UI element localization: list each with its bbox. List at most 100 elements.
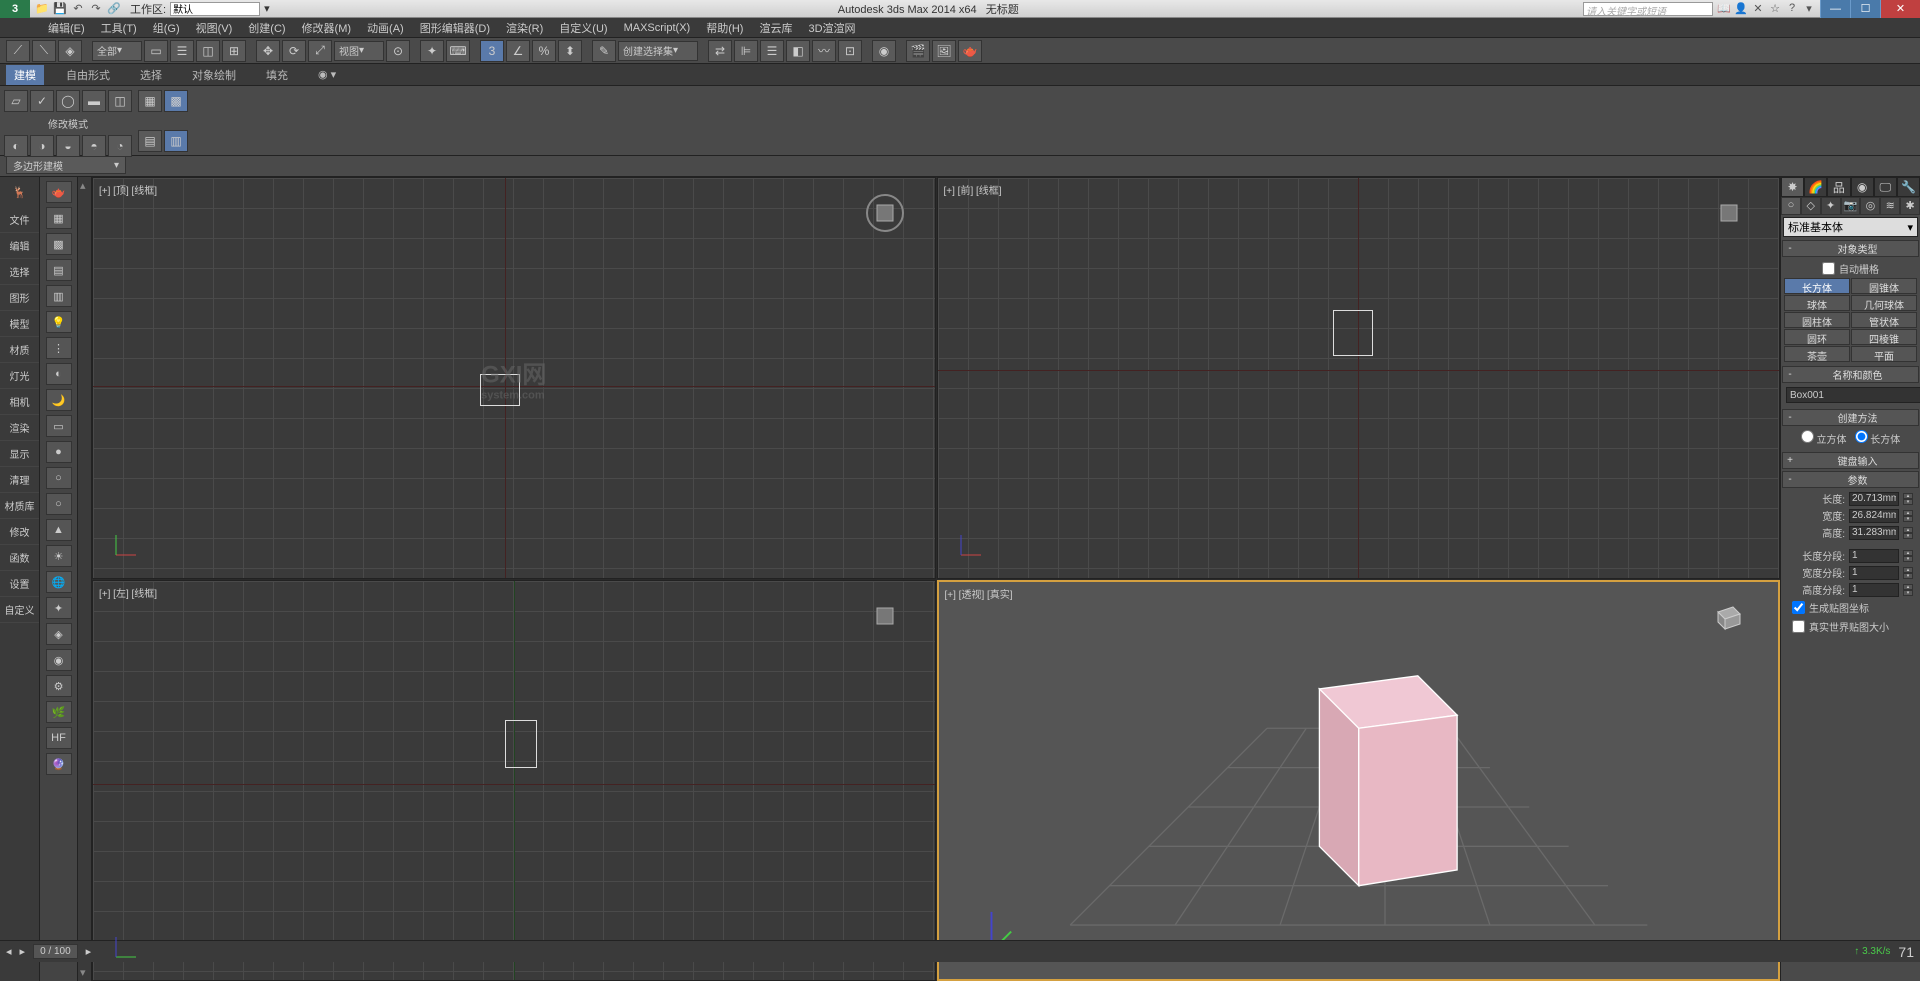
teapot-icon[interactable]: 🫖	[46, 181, 72, 203]
render-production-icon[interactable]: 🫖	[958, 40, 982, 62]
poly-e-icon[interactable]: ◔	[108, 135, 132, 157]
primitive-tube-button[interactable]: 管状体	[1851, 312, 1917, 328]
snap-toggle-icon[interactable]: 3	[480, 40, 504, 62]
material-editor-icon[interactable]: ◉	[872, 40, 896, 62]
rollup-parameters[interactable]: -参数	[1782, 471, 1919, 488]
undo-icon[interactable]: ↶	[70, 1, 86, 17]
viewcube-icon[interactable]	[1709, 193, 1749, 233]
close-button[interactable]: ✕	[1880, 0, 1920, 18]
ball-icon[interactable]: 🔮	[46, 753, 72, 775]
viewport-top-label[interactable]: [+] [顶] [线框]	[99, 182, 157, 197]
select-scale-icon[interactable]: ⤢	[308, 40, 332, 62]
more-c-icon[interactable]: ◉	[46, 649, 72, 671]
angle-snap-icon[interactable]: ∠	[506, 40, 530, 62]
hsegs-spinner[interactable]: ▴▾	[1903, 584, 1913, 596]
menu-graph-editors[interactable]: 图形编辑器(D)	[412, 18, 498, 38]
globe-b-icon[interactable]: 🌐	[46, 571, 72, 593]
nav-custom[interactable]: 自定义	[0, 597, 39, 623]
primitive-cone-button[interactable]: 圆锥体	[1851, 278, 1917, 294]
plane-icon[interactable]: ▭	[46, 415, 72, 437]
link-icon[interactable]: 🔗	[106, 1, 122, 17]
frame-indicator[interactable]: 0 / 100	[33, 944, 78, 959]
wsegs-input[interactable]	[1849, 566, 1899, 580]
nav-function[interactable]: 函数	[0, 545, 39, 571]
circle-a-icon[interactable]: ○	[46, 467, 72, 489]
geometry-subtab-icon[interactable]: ○	[1781, 197, 1801, 215]
grid-c-icon[interactable]: ▤	[46, 259, 72, 281]
lsegs-spinner[interactable]: ▴▾	[1903, 550, 1913, 562]
time-next-icon[interactable]: ▸	[20, 945, 26, 958]
ribbon-tab-populate[interactable]: 填充	[258, 65, 296, 85]
deer-icon[interactable]: 🦌	[5, 179, 35, 205]
open-icon[interactable]: 📁	[34, 1, 50, 17]
width-spinner[interactable]: ▴▾	[1903, 510, 1913, 522]
rollup-object-type[interactable]: -对象类型	[1782, 240, 1919, 257]
menu-edit[interactable]: 编辑(E)	[40, 18, 93, 38]
grid-b-icon[interactable]: ▩	[46, 233, 72, 255]
menu-customize[interactable]: 自定义(U)	[551, 18, 615, 38]
nav-light[interactable]: 灯光	[0, 363, 39, 389]
layer-explorer-icon[interactable]: ◧	[786, 40, 810, 62]
length-spinner[interactable]: ▴▾	[1903, 493, 1913, 505]
viewport-perspective[interactable]: [+] [透视] [真实]	[937, 580, 1781, 981]
object-name-input[interactable]	[1786, 387, 1920, 403]
edit-named-sel-icon[interactable]: ✎	[592, 40, 616, 62]
help-search-input[interactable]: 请入关键字或短语	[1583, 2, 1713, 16]
nav-settings[interactable]: 设置	[0, 571, 39, 597]
width-input[interactable]	[1849, 509, 1899, 523]
poly-convert-icon[interactable]: ▱	[4, 90, 28, 112]
poly-a-icon[interactable]: ◐	[4, 135, 28, 157]
mountain-icon[interactable]: ▲	[46, 519, 72, 541]
viewport-front[interactable]: [+] [前] [线框]	[937, 177, 1781, 579]
bulb-icon[interactable]: 💡	[46, 311, 72, 333]
box-radio[interactable]: 长方体	[1855, 430, 1901, 446]
select-object-icon[interactable]: ▭	[144, 40, 168, 62]
named-selection-dropdown[interactable]: 创建选择集 ▾	[618, 41, 698, 61]
box-object[interactable]	[1319, 675, 1457, 885]
scroll-right-icon[interactable]: ▸	[86, 945, 92, 958]
primitive-cylinder-button[interactable]: 圆柱体	[1784, 312, 1850, 328]
nav-display[interactable]: 显示	[0, 441, 39, 467]
menu-modifiers[interactable]: 修改器(M)	[294, 18, 360, 38]
ribbon-tab-freeform[interactable]: 自由形式	[58, 65, 118, 85]
select-manipulate-icon[interactable]: ✦	[420, 40, 444, 62]
rendered-frame-icon[interactable]: 🖼	[932, 40, 956, 62]
layers-icon[interactable]: ☰	[760, 40, 784, 62]
circle-b-icon[interactable]: ○	[46, 493, 72, 515]
help-icon[interactable]: ?	[1785, 2, 1799, 16]
sel-a-icon[interactable]: ▦	[138, 90, 162, 112]
drop-icon[interactable]: ▾	[1802, 2, 1816, 16]
communication-icon[interactable]: ✕	[1751, 2, 1765, 16]
poly-c-icon[interactable]: ◒	[56, 135, 80, 157]
nav-file[interactable]: 文件	[0, 207, 39, 233]
menu-group[interactable]: 组(G)	[145, 18, 188, 38]
utilities-tab-icon[interactable]: 🔧	[1897, 177, 1920, 197]
menu-views[interactable]: 视图(V)	[188, 18, 241, 38]
moon-icon[interactable]: 🌙	[46, 389, 72, 411]
poly-cube-icon[interactable]: ◫	[108, 90, 132, 112]
menu-cloud[interactable]: 渲云库	[751, 18, 800, 38]
viewport-top[interactable]: [+] [顶] [线框] GXI网system.com	[92, 177, 936, 579]
helpers-subtab-icon[interactable]: ◎	[1860, 197, 1880, 215]
menu-tools[interactable]: 工具(T)	[93, 18, 145, 38]
nav-render[interactable]: 渲染	[0, 415, 39, 441]
poly-flat-icon[interactable]: ▬	[82, 90, 106, 112]
viewport-left-label[interactable]: [+] [左] [线框]	[99, 585, 157, 600]
menu-maxscript[interactable]: MAXScript(X)	[616, 20, 699, 36]
select-rotate-icon[interactable]: ⟳	[282, 40, 306, 62]
rollup-creation-method[interactable]: -创建方法	[1782, 409, 1919, 426]
poly-b-icon[interactable]: ◑	[30, 135, 54, 157]
unlink-icon[interactable]: ⟍	[32, 40, 56, 62]
primitive-teapot-button[interactable]: 茶壶	[1784, 346, 1850, 362]
viewport-perspective-label[interactable]: [+] [透视] [真实]	[945, 586, 1013, 601]
app-logo-icon[interactable]: 3	[0, 0, 30, 18]
nav-model[interactable]: 模型	[0, 311, 39, 337]
viewcube-icon[interactable]	[865, 193, 905, 233]
render-setup-icon[interactable]: 🎬	[906, 40, 930, 62]
height-spinner[interactable]: ▴▾	[1903, 527, 1913, 539]
nav-modify[interactable]: 修改	[0, 519, 39, 545]
nav-edit[interactable]: 编辑	[0, 233, 39, 259]
hierarchy-tab-icon[interactable]: 品	[1827, 177, 1850, 197]
minimize-button[interactable]: —	[1820, 0, 1850, 18]
menu-rendering[interactable]: 渲染(R)	[498, 18, 551, 38]
